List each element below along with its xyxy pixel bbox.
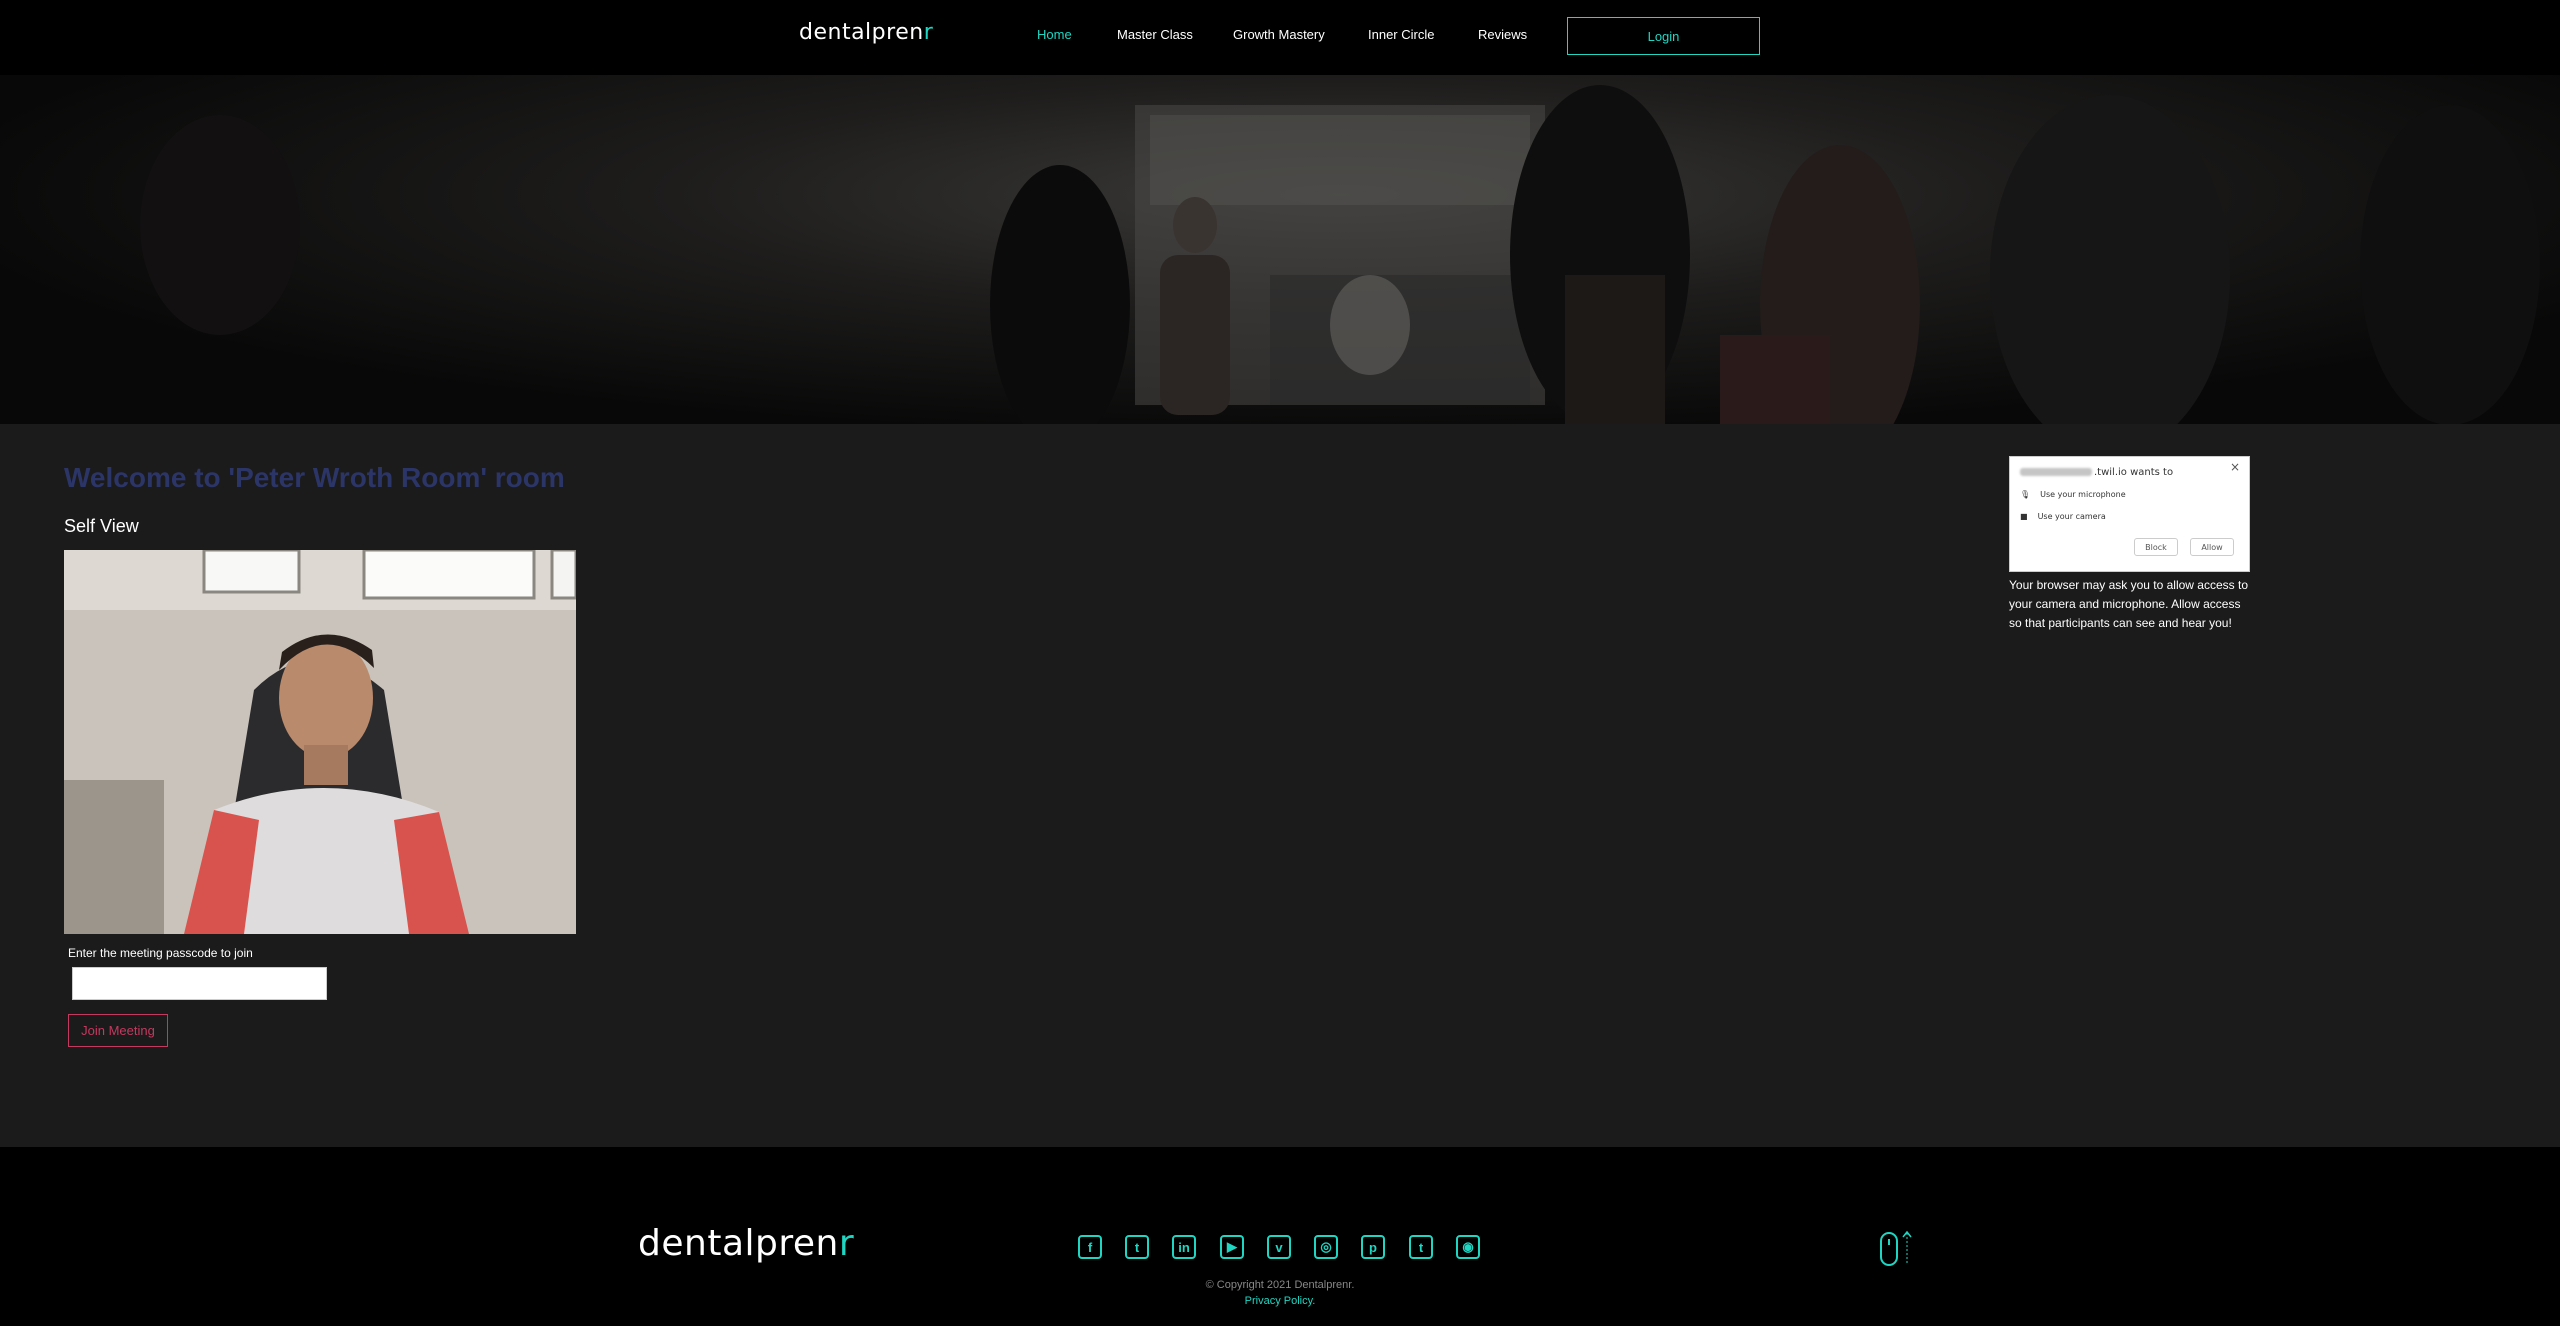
camera-icon: ■: [2020, 512, 2028, 521]
blurred-domain: [2020, 468, 2092, 476]
close-icon: ×: [2229, 460, 2240, 474]
copyright-text: © Copyright 2021 Dentalprenr.: [1205, 1279, 1355, 1291]
nav-item-home[interactable]: Home: [1037, 27, 1072, 42]
facebook-icon[interactable]: f: [1078, 1235, 1102, 1259]
permission-mic-row: 🎙 Use your microphone: [2020, 490, 2126, 499]
allow-button: Allow: [2190, 538, 2234, 556]
top-navigation: dentalprenr Home Master Class Growth Mas…: [0, 0, 2560, 75]
rss-icon[interactable]: ◉: [1456, 1235, 1480, 1259]
self-view-label: Self View: [64, 516, 139, 536]
instagram-icon[interactable]: ◎: [1314, 1235, 1338, 1259]
join-meeting-button[interactable]: Join Meeting: [68, 1014, 168, 1047]
nav-item-master-class[interactable]: Master Class: [1117, 27, 1193, 42]
browser-permission-example-image: .twil.io wants to × 🎙 Use your microphone…: [2009, 456, 2250, 572]
nav-item-inner-circle[interactable]: Inner Circle: [1368, 27, 1434, 42]
microphone-icon: 🎙: [2020, 490, 2031, 499]
vimeo-icon[interactable]: v: [1267, 1235, 1291, 1259]
linkedin-icon[interactable]: in: [1172, 1235, 1196, 1259]
nav-item-growth-mastery[interactable]: Growth Mastery: [1233, 27, 1325, 42]
youtube-icon[interactable]: ▶: [1220, 1235, 1244, 1259]
permission-title: .twil.io wants to: [2020, 467, 2173, 478]
footer-logo[interactable]: dentalprenr: [638, 1223, 854, 1264]
pinterest-icon[interactable]: p: [1361, 1235, 1385, 1259]
permission-camera-row: ■ Use your camera: [2020, 512, 2106, 521]
passcode-label: Enter the meeting passcode to join: [68, 946, 253, 960]
tumblr-icon[interactable]: t: [1409, 1235, 1433, 1259]
twitter-icon[interactable]: t: [1125, 1235, 1149, 1259]
login-button[interactable]: Login: [1567, 17, 1760, 55]
header-logo[interactable]: dentalprenr: [799, 20, 933, 45]
self-view-video: [64, 550, 576, 934]
hero-banner-image: [0, 75, 2560, 424]
footer: dentalprenr f t in ▶ v ◎ p t ◉ © Copyrig…: [0, 1147, 2560, 1326]
room-welcome-title: Welcome to 'Peter Wroth Room' room: [64, 462, 565, 493]
scroll-to-top-icon[interactable]: [1879, 1229, 1915, 1269]
permission-help-text: Your browser may ask you to allow access…: [2009, 578, 2248, 630]
privacy-policy-link[interactable]: Privacy Policy.: [0, 1295, 2560, 1307]
passcode-input[interactable]: [72, 967, 327, 1000]
nav-item-reviews[interactable]: Reviews: [1478, 27, 1527, 42]
block-button: Block: [2134, 538, 2178, 556]
main-content: Welcome to 'Peter Wroth Room' room Self …: [0, 424, 2560, 1147]
